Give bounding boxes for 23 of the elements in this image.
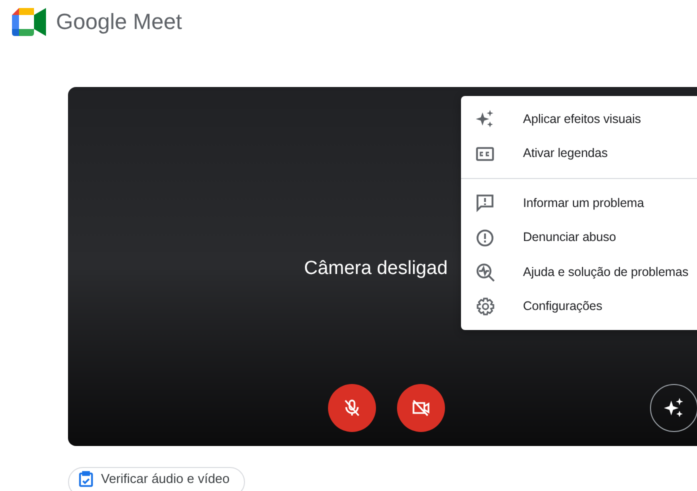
settings-icon xyxy=(476,297,494,316)
meet-logo-icon xyxy=(12,8,46,36)
captions-icon xyxy=(476,146,494,161)
sparkle-icon xyxy=(663,397,685,419)
camera-button[interactable] xyxy=(397,384,445,432)
clipboard-check-icon xyxy=(79,471,93,487)
alert-icon xyxy=(476,228,494,247)
menu-item[interactable]: Ajuda e solução de problemas xyxy=(461,255,697,290)
menu-item[interactable]: Informar um problema xyxy=(461,186,697,220)
magnifier-pulse-icon xyxy=(476,262,494,282)
microphone-button[interactable] xyxy=(328,384,376,432)
menu-item[interactable]: Aplicar efeitos visuais xyxy=(461,102,697,136)
menu-item[interactable]: Denunciar abuso xyxy=(461,220,697,255)
menu-item[interactable]: Configurações xyxy=(461,290,697,324)
muted-microphone-icon xyxy=(342,398,362,418)
app-title: Google Meet xyxy=(56,10,182,32)
menu-item[interactable]: Ativar legendas xyxy=(461,136,697,171)
camera-status: Câmera desligad xyxy=(304,257,448,281)
camera-off-icon xyxy=(410,398,432,418)
visual-effects-button[interactable] xyxy=(650,384,697,432)
sparkle-icon xyxy=(475,109,495,130)
check-audio-video-button[interactable]: Verificar áudio e vídeo xyxy=(68,467,245,491)
feedback-icon xyxy=(476,194,494,212)
